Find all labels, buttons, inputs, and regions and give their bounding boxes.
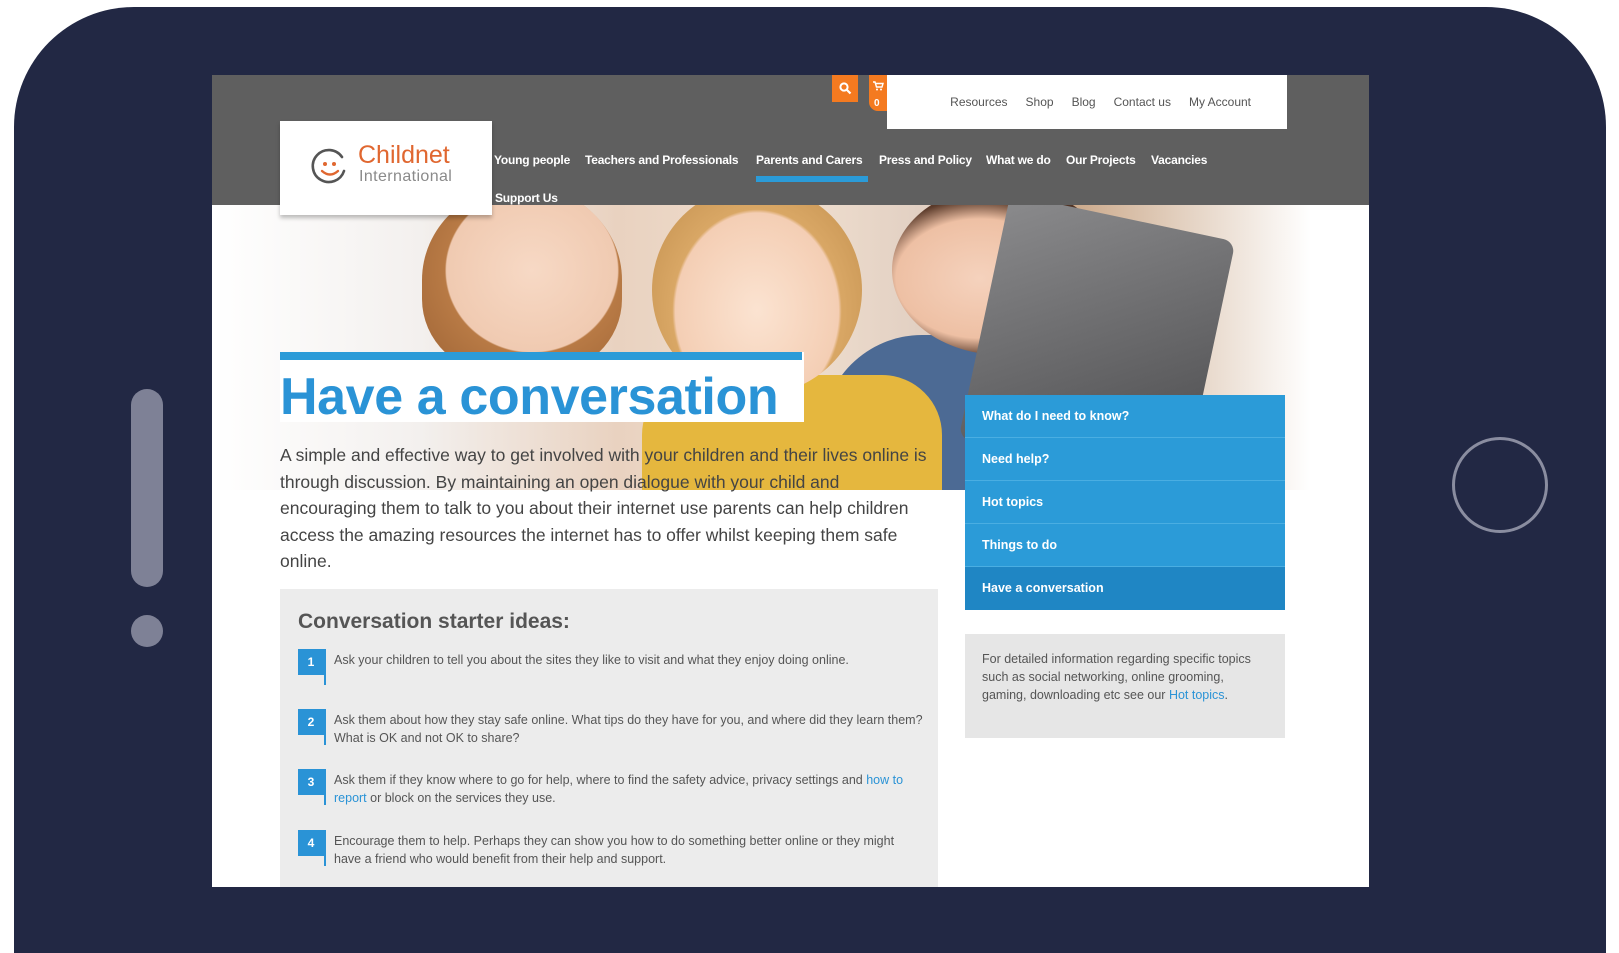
step-number: 1	[298, 649, 326, 685]
search-button[interactable]	[832, 75, 858, 102]
step-text: Encourage them to help. Perhaps they can…	[334, 834, 895, 866]
nav-vacancies[interactable]: Vacancies	[1151, 153, 1207, 167]
logo-wordmark: Childnet	[358, 141, 450, 169]
nav-active-indicator	[756, 176, 868, 182]
nav-press[interactable]: Press and Policy	[879, 153, 972, 167]
top-link-shop[interactable]: Shop	[1026, 95, 1054, 109]
cart-icon	[873, 81, 884, 91]
top-link-resources[interactable]: Resources	[950, 95, 1007, 109]
conversation-starters-box: Conversation starter ideas: 1 Ask your c…	[280, 589, 938, 887]
logo-subtitle: International	[359, 168, 453, 185]
nav-parents[interactable]: Parents and Carers	[756, 153, 863, 167]
top-link-blog[interactable]: Blog	[1072, 95, 1096, 109]
step-text: Ask your children to tell you about the …	[334, 653, 849, 667]
step-text: Ask them if they know where to go for he…	[334, 771, 924, 807]
device-home-button[interactable]	[1452, 437, 1548, 533]
site-logo[interactable]: Childnet International	[280, 121, 492, 215]
top-link-account[interactable]: My Account	[1189, 95, 1251, 109]
logo-smiley-icon	[311, 148, 346, 184]
section-sidebar-nav: What do I need to know? Need help? Hot t…	[965, 395, 1285, 610]
nav-young-people[interactable]: Young people	[494, 153, 570, 167]
website-screen: 0 Resources Shop Blog Contact us My Acco…	[212, 75, 1369, 887]
sidebar-item-need-help[interactable]: Need help?	[965, 438, 1285, 481]
intro-paragraph: A simple and effective way to get involv…	[280, 445, 927, 571]
nav-projects[interactable]: Our Projects	[1066, 153, 1136, 167]
sidebar-item-hot-topics[interactable]: Hot topics	[965, 481, 1285, 524]
device-side-dot	[131, 615, 163, 647]
info-text-end: .	[1224, 688, 1229, 702]
hot-topics-info-box: For detailed information regarding speci…	[965, 634, 1285, 738]
sidebar-item-have-a-conversation[interactable]: Have a conversation	[965, 567, 1285, 610]
nav-teachers[interactable]: Teachers and Professionals	[585, 153, 739, 167]
step-number: 3	[298, 769, 326, 805]
step-number: 2	[298, 709, 326, 745]
sidebar-item-need-to-know[interactable]: What do I need to know?	[965, 395, 1285, 438]
cart-count-badge: 0	[874, 98, 880, 109]
step-text: Ask them about how they stay safe online…	[334, 713, 923, 745]
step-number: 4	[298, 830, 326, 866]
step-text-part: or block on the services they use.	[366, 791, 556, 805]
search-icon	[838, 82, 851, 95]
nav-support-us[interactable]: Support Us	[495, 191, 558, 205]
top-utility-nav: Resources Shop Blog Contact us My Accoun…	[887, 75, 1287, 129]
sidebar-item-things-to-do[interactable]: Things to do	[965, 524, 1285, 567]
hot-topics-link[interactable]: Hot topics	[1169, 688, 1225, 702]
nav-what-we-do[interactable]: What we do	[986, 153, 1051, 167]
step-text-part: Ask them if they know where to go for he…	[334, 773, 867, 787]
title-accent-bar	[280, 352, 802, 360]
starters-heading: Conversation starter ideas:	[298, 610, 570, 633]
top-link-contact[interactable]: Contact us	[1114, 95, 1171, 109]
device-side-button	[131, 389, 163, 587]
page-title: Have a conversation	[280, 368, 779, 426]
